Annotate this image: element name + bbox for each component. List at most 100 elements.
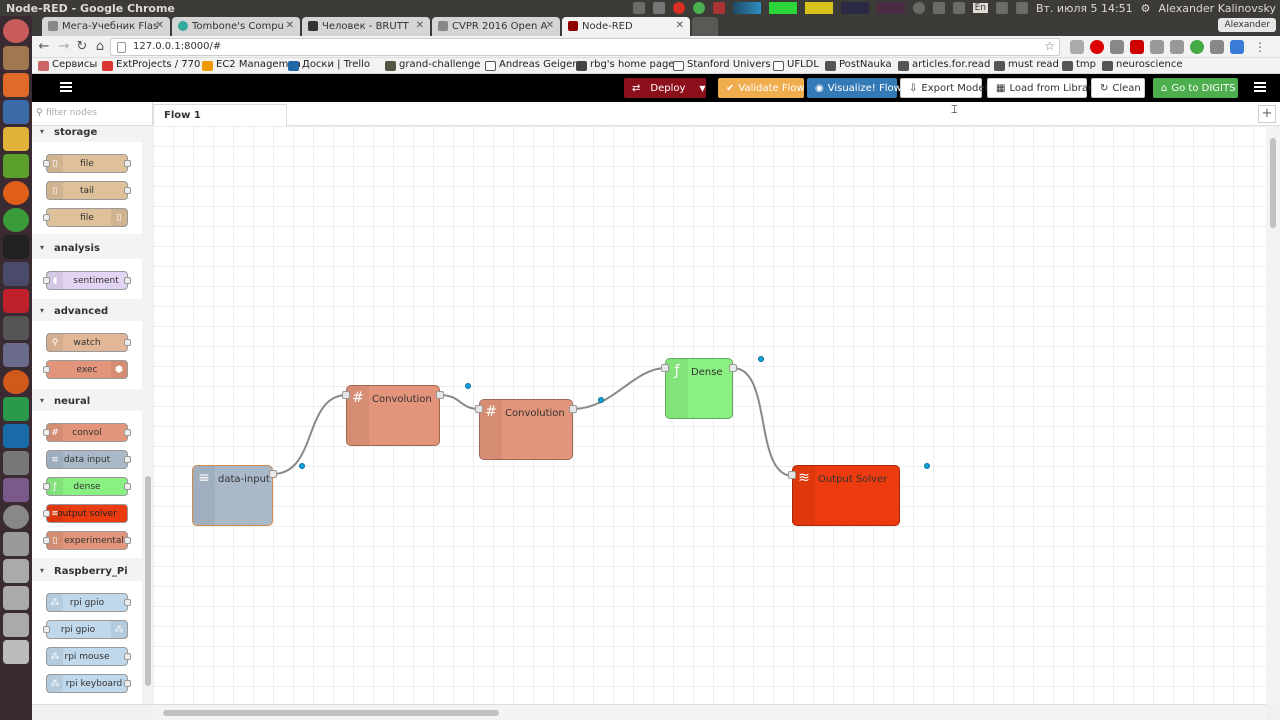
add-flow-button[interactable]: + [1258, 105, 1276, 123]
star-icon[interactable]: ☆ [1044, 39, 1055, 53]
palette-category-analysis[interactable]: ▾ analysis [32, 243, 142, 259]
mail-icon[interactable] [932, 2, 945, 14]
validate-flow-button[interactable]: ✔ Validate Flow [718, 78, 805, 98]
ext-icon[interactable] [652, 2, 665, 14]
bookmark[interactable]: Stanford Univers [673, 59, 771, 71]
reload-icon[interactable]: ↻ [74, 39, 90, 54]
bell-icon[interactable] [1110, 40, 1124, 54]
sidebar-toggle-icon[interactable] [60, 82, 72, 92]
scrollbar-thumb[interactable] [163, 710, 499, 716]
flow-node-output-solver[interactable]: ≋ Output Solver [792, 465, 900, 526]
close-icon[interactable]: ✕ [156, 20, 164, 31]
gear-icon[interactable]: ⚙ [1141, 2, 1151, 15]
cast-icon[interactable] [1230, 40, 1244, 54]
palette-node-rpi-gpio-in[interactable]: ⁂ rpi gpio [46, 593, 131, 612]
usb-icon[interactable] [3, 451, 29, 475]
zoom-controls[interactable] [1266, 704, 1280, 720]
palette-node-watch[interactable]: ⚲ watch [46, 333, 131, 352]
drive-icon[interactable] [3, 613, 29, 637]
profile-chip[interactable]: Alexander [1218, 18, 1276, 32]
tab-flow-1[interactable]: Flow 1 [153, 104, 287, 126]
screenshot-icon[interactable] [3, 343, 29, 367]
clean-button[interactable]: ↻ Clean [1091, 78, 1145, 98]
main-menu-icon[interactable] [1254, 82, 1266, 92]
virtualbox-icon[interactable] [3, 100, 29, 124]
bookmark[interactable]: grand-challenge [385, 59, 480, 71]
palette-node-output-solver[interactable]: ≋ output solver [43, 504, 128, 523]
bookmark[interactable]: neuroscience [1102, 59, 1182, 71]
palette-node-sentiment[interactable]: ◖ sentiment [43, 271, 131, 290]
bookmark[interactable]: ExtProjects / 770 [102, 59, 200, 71]
export-model-button[interactable]: ⇩ Export Model [900, 78, 987, 98]
user-name[interactable]: Alexander Kalinovsky [1159, 2, 1276, 15]
output-port[interactable] [269, 470, 277, 478]
opera-icon[interactable] [1090, 40, 1104, 54]
mail-icon[interactable] [1130, 40, 1144, 54]
wire[interactable] [732, 367, 794, 477]
sort-icon[interactable] [952, 2, 965, 14]
clock[interactable]: Вт. июля 5 14:51 [1036, 2, 1133, 15]
bluetooth-icon[interactable] [995, 2, 1008, 14]
pycharm-icon[interactable] [3, 397, 29, 421]
palette-node-rpi-mouse[interactable]: ⁂ rpi mouse [46, 647, 131, 666]
new-tab-button[interactable] [692, 17, 718, 36]
wire[interactable] [272, 394, 348, 475]
scrollbar-thumb[interactable] [145, 476, 151, 686]
power-icon[interactable] [912, 2, 925, 14]
deploy-button[interactable]: ⇄ Deploy ▼ [624, 78, 706, 98]
bookmark[interactable]: Доски | Trello [288, 59, 370, 71]
palette-category-storage[interactable]: ▾ storage [32, 127, 142, 143]
tab-node-red[interactable]: Node-RED ✕ [562, 17, 690, 36]
nvidia-icon[interactable] [3, 154, 29, 178]
palette-node-experimental[interactable]: ▯ experimental [43, 531, 131, 550]
x-icon[interactable] [632, 2, 645, 14]
input-port[interactable] [788, 471, 796, 479]
palette-node-rpi-gpio-out[interactable]: rpi gpio ⁂ [43, 620, 128, 639]
drive-icon[interactable] [3, 586, 29, 610]
drive-icon[interactable] [3, 559, 29, 583]
chrome-icon[interactable] [672, 2, 685, 14]
bookmark[interactable]: tmp [1062, 59, 1096, 71]
tool-icon[interactable] [1150, 40, 1164, 54]
location-icon[interactable] [692, 2, 705, 14]
wire[interactable] [438, 394, 481, 410]
load-from-library-button[interactable]: ▦ Load from Library [987, 78, 1098, 98]
bookmark[interactable]: must read [994, 59, 1059, 71]
output-port[interactable] [729, 364, 737, 372]
tab-3[interactable]: Человек - BRUTT ✕ [302, 17, 430, 36]
output-port[interactable] [569, 405, 577, 413]
bookmark[interactable]: EC2 Managemen [202, 59, 301, 71]
page-info-icon[interactable] [117, 42, 126, 53]
palette-node-tail[interactable]: ▯ tail [46, 181, 131, 200]
input-port[interactable] [475, 405, 483, 413]
tab-4[interactable]: CVPR 2016 Open A ✕ [432, 17, 560, 36]
visualize-flow-button[interactable]: ◉ Visualize! Flow [807, 78, 902, 98]
output-port[interactable] [436, 391, 444, 399]
disk-icon[interactable] [3, 532, 29, 556]
scrollbar-thumb[interactable] [1270, 138, 1276, 228]
monitor-icon[interactable] [3, 262, 29, 286]
files-icon[interactable] [3, 46, 29, 70]
go-to-digits-button[interactable]: ⌂ Go to DIGITS [1153, 78, 1238, 98]
flow-node-data-input[interactable]: ≡ data-input [192, 465, 273, 526]
palette-category-raspberry-pi[interactable]: ▾ Raspberry_Pi [32, 566, 142, 582]
home-icon[interactable]: ⌂ [92, 39, 108, 54]
close-icon[interactable]: ✕ [546, 20, 554, 31]
software-center-icon[interactable] [3, 73, 29, 97]
menu-icon[interactable]: ⋮ [1254, 40, 1268, 54]
webstorm-icon[interactable] [3, 424, 29, 448]
bookmark-apps[interactable]: Сервисы [38, 59, 97, 71]
bookmark[interactable]: rbg's home page [576, 59, 674, 71]
tab-1[interactable]: Мега-Учебник Flas ✕ [42, 17, 170, 36]
palette-node-exec[interactable]: exec ⬢ [43, 360, 128, 379]
keyboard-language[interactable]: En [972, 3, 988, 13]
palette-node-dense[interactable]: ƒ dense [43, 477, 131, 496]
close-icon[interactable]: ✕ [286, 20, 294, 31]
bookmark[interactable]: PostNauka [825, 59, 892, 71]
close-icon[interactable]: ✕ [676, 20, 684, 31]
sun-icon[interactable] [3, 370, 29, 394]
settings-icon[interactable] [3, 505, 29, 529]
firefox-icon[interactable] [3, 181, 29, 205]
wire[interactable] [572, 367, 667, 410]
palette-node-data-input[interactable]: ≡ data input [46, 450, 131, 469]
